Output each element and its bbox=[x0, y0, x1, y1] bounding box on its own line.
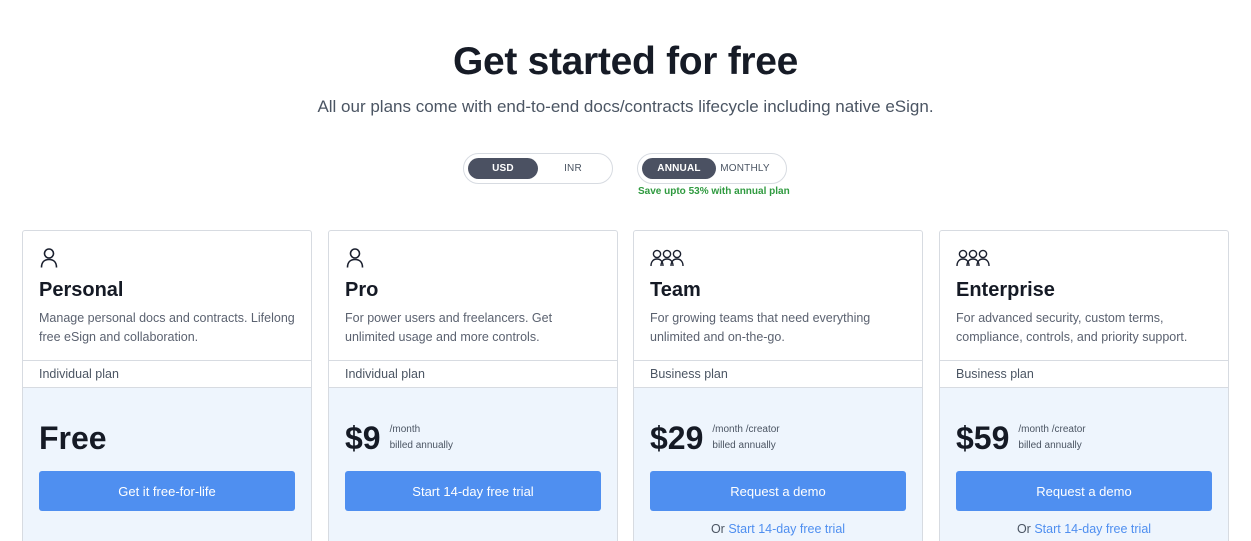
plan-card-enterprise: Enterprise For advanced security, custom… bbox=[939, 230, 1229, 541]
price-meta: /month /creator billed annually bbox=[712, 422, 779, 454]
alt-action: Or Start 14-day free trial bbox=[634, 522, 922, 536]
price-billing-note: billed annually bbox=[712, 440, 776, 451]
billing-option-annual[interactable]: ANNUAL bbox=[642, 158, 716, 179]
plan-name: Pro bbox=[345, 279, 379, 301]
annual-savings-note: Save upto 53% with annual plan bbox=[638, 186, 790, 197]
price-row: $59 /month /creator billed annually bbox=[956, 418, 1086, 458]
start-trial-button[interactable]: Start 14-day free trial bbox=[345, 471, 601, 511]
team-icon bbox=[650, 247, 906, 269]
start-trial-link[interactable]: Start 14-day free trial bbox=[728, 522, 845, 536]
price-billing-note: billed annually bbox=[389, 440, 453, 451]
price-row: $9 /month billed annually bbox=[345, 418, 453, 458]
plan-type: Business plan bbox=[940, 360, 1228, 388]
get-free-button[interactable]: Get it free-for-life bbox=[39, 471, 295, 511]
currency-toggle[interactable]: USD INR bbox=[463, 153, 613, 184]
page-subtitle: All our plans come with end-to-end docs/… bbox=[317, 97, 934, 116]
plan-price: Free bbox=[39, 420, 107, 456]
plan-price: $9 bbox=[345, 420, 381, 456]
plan-description: For growing teams that need everything u… bbox=[650, 311, 871, 344]
plan-description: Manage personal docs and contracts. Life… bbox=[39, 311, 295, 344]
request-demo-button[interactable]: Request a demo bbox=[956, 471, 1212, 511]
plan-type: Individual plan bbox=[329, 360, 617, 388]
team-icon bbox=[956, 247, 1212, 269]
request-demo-button[interactable]: Request a demo bbox=[650, 471, 906, 511]
price-meta: /month /creator billed annually bbox=[1018, 422, 1085, 454]
start-trial-link[interactable]: Start 14-day free trial bbox=[1034, 522, 1151, 536]
plan-type: Individual plan bbox=[23, 360, 311, 388]
plan-name: Team bbox=[650, 279, 701, 301]
currency-option-inr[interactable]: INR bbox=[538, 158, 608, 179]
plan-name: Personal bbox=[39, 279, 124, 301]
plan-price: $59 bbox=[956, 420, 1010, 456]
alt-action: Or Start 14-day free trial bbox=[940, 522, 1228, 536]
price-meta: /month billed annually bbox=[390, 422, 453, 454]
price-period: /month /creator bbox=[712, 424, 780, 435]
alt-prefix: Or bbox=[710, 522, 725, 536]
plan-description: For power users and freelancers. Get unl… bbox=[345, 311, 553, 344]
plan-type: Business plan bbox=[634, 360, 922, 388]
price-row: Free bbox=[39, 418, 107, 458]
currency-option-usd[interactable]: USD bbox=[468, 158, 538, 179]
page-title: Get started for free bbox=[452, 40, 799, 83]
billing-period-toggle[interactable]: ANNUAL MONTHLY bbox=[637, 153, 787, 184]
user-icon bbox=[345, 247, 601, 269]
plan-card-personal: Personal Manage personal docs and contra… bbox=[22, 230, 312, 541]
price-row: $29 /month /creator billed annually bbox=[650, 418, 780, 458]
plan-name: Enterprise bbox=[956, 279, 1055, 301]
plan-price: $29 bbox=[650, 420, 704, 456]
plan-card-pro: Pro For power users and freelancers. Get… bbox=[328, 230, 618, 541]
plan-card-team: Team For growing teams that need everyth… bbox=[633, 230, 923, 541]
plan-description: For advanced security, custom terms, com… bbox=[956, 311, 1188, 344]
user-icon bbox=[39, 247, 295, 269]
alt-prefix: Or bbox=[1016, 522, 1031, 536]
price-period: /month bbox=[389, 424, 421, 435]
price-period: /month /creator bbox=[1018, 424, 1086, 435]
billing-option-monthly[interactable]: MONTHLY bbox=[716, 158, 774, 179]
price-billing-note: billed annually bbox=[1018, 440, 1082, 451]
